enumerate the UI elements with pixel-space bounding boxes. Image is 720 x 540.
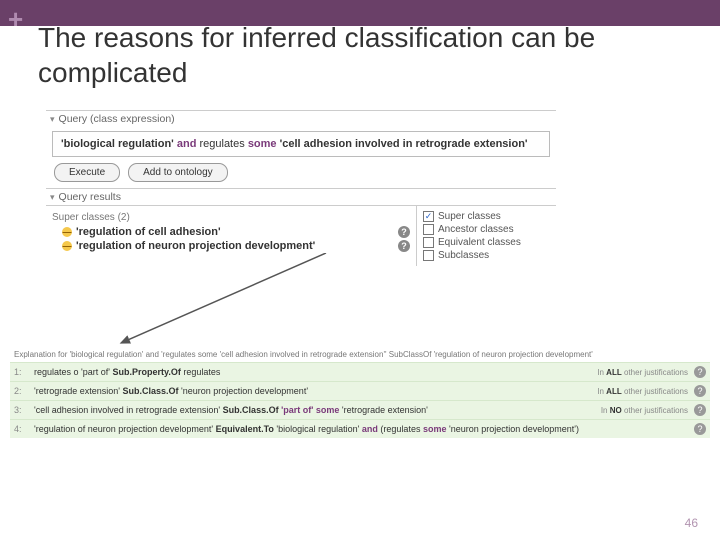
result-label: 'regulation of cell adhesion'	[76, 226, 221, 238]
help-icon[interactable]: ?	[694, 385, 706, 397]
filter-label: Ancestor classes	[438, 224, 514, 235]
filter-label: Equivalent classes	[438, 237, 521, 248]
execute-button[interactable]: Execute	[54, 163, 120, 182]
justification-meta: In NO other justifications	[601, 406, 688, 415]
axiom-text: 'regulation of neuron projection develop…	[34, 424, 682, 434]
help-icon[interactable]: ?	[694, 423, 706, 435]
results-section-label: Query results	[59, 191, 121, 203]
justification-row: 4: 'regulation of neuron projection deve…	[10, 419, 710, 438]
checkbox[interactable]	[423, 224, 434, 235]
explanation-header: Explanation for 'biological regulation' …	[10, 350, 710, 362]
filter-label: Subclasses	[438, 250, 489, 261]
axiom-text: 'cell adhesion involved in retrograde ex…	[34, 405, 595, 415]
chevron-down-icon: ▾	[50, 114, 55, 125]
justification-meta: In ALL other justifications	[597, 387, 688, 396]
annotation-arrow-icon	[116, 253, 336, 353]
checkbox[interactable]	[423, 250, 434, 261]
query-section-label: Query (class expression)	[59, 113, 175, 125]
explanation-panel: Explanation for 'biological regulation' …	[10, 350, 710, 438]
query-expression-box[interactable]: 'biological regulation' and regulates so…	[52, 131, 550, 157]
result-item[interactable]: — 'regulation of cell adhesion' ?	[52, 225, 410, 239]
result-item[interactable]: — 'regulation of neuron projection devel…	[52, 239, 410, 253]
explain-icon[interactable]: ?	[398, 226, 410, 238]
plus-icon: +	[8, 6, 23, 32]
help-icon[interactable]: ?	[694, 366, 706, 378]
query-section-header: ▾ Query (class expression)	[46, 110, 556, 127]
axiom-text: 'retrograde extension' Sub.Class.Of 'neu…	[34, 386, 591, 396]
result-label: 'regulation of neuron projection develop…	[76, 240, 315, 252]
justification-meta: In ALL other justifications	[597, 368, 688, 377]
page-number: 46	[685, 516, 698, 530]
class-icon: —	[62, 227, 72, 237]
class-icon: —	[62, 241, 72, 251]
results-filters: ✓ Super classes Ancestor classes Equivale…	[416, 206, 556, 266]
justification-row: 3: 'cell adhesion involved in retrograde…	[10, 400, 710, 419]
slide-title: The reasons for inferred classification …	[38, 20, 720, 90]
justification-row: 1: regulates o 'part of' Sub.Property.Of…	[10, 362, 710, 381]
chevron-down-icon: ▾	[50, 192, 55, 203]
add-to-ontology-button[interactable]: Add to ontology	[128, 163, 228, 182]
protege-panel: ▾ Query (class expression) 'biological r…	[46, 110, 556, 266]
checkbox-checked[interactable]: ✓	[423, 211, 434, 222]
checkbox[interactable]	[423, 237, 434, 248]
superclasses-header: Super classes (2)	[52, 210, 410, 225]
axiom-text: regulates o 'part of' Sub.Property.Of re…	[34, 367, 591, 377]
justification-row: 2: 'retrograde extension' Sub.Class.Of '…	[10, 381, 710, 400]
filter-label: Super classes	[438, 211, 501, 222]
help-icon[interactable]: ?	[694, 404, 706, 416]
results-section-header: ▾ Query results	[46, 188, 556, 205]
explain-icon[interactable]: ?	[398, 240, 410, 252]
